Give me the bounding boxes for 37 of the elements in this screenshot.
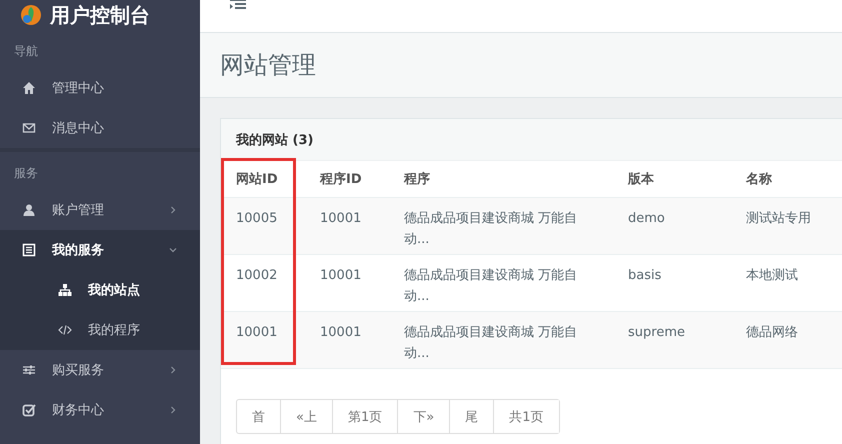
- section-title: 服务: [14, 164, 38, 182]
- table-cell: supreme: [613, 312, 731, 368]
- app-title: 用户控制台: [50, 2, 150, 28]
- submenu-item[interactable]: 我的站点: [0, 270, 200, 310]
- table-cell: 德品成品项目建设商城 万能自动...: [389, 312, 613, 368]
- menu-icon[interactable]: [230, 0, 246, 12]
- list-icon: [22, 243, 36, 257]
- user-icon: [22, 203, 36, 217]
- sliders-icon: [22, 363, 36, 377]
- table-cell: 德品成品项目建设商城 万能自动...: [389, 198, 613, 254]
- checkbox-icon: [22, 403, 36, 417]
- mail-icon: [22, 121, 36, 135]
- chevron-down-icon: [168, 245, 178, 255]
- menu-item[interactable]: 购买服务: [0, 350, 200, 390]
- card-title: 我的网站 (3): [236, 132, 314, 148]
- page-button[interactable]: 共1页: [493, 400, 558, 433]
- table-cell: demo: [613, 198, 731, 254]
- home-icon: [22, 81, 36, 95]
- table-cell: 10001: [305, 312, 389, 368]
- menu-item[interactable]: 财务中心: [0, 390, 200, 430]
- page-title: 网站管理: [220, 50, 316, 81]
- menu-item[interactable]: 管理中心: [0, 68, 200, 108]
- chevron-right-icon: [168, 365, 178, 375]
- menu-item[interactable]: 消息中心: [0, 108, 200, 148]
- menu-item[interactable]: 账户管理: [0, 190, 200, 230]
- chevron-right-icon: [168, 405, 178, 415]
- submenu-item[interactable]: 我的程序: [0, 310, 200, 350]
- chevron-right-icon: [168, 205, 178, 215]
- table-cell: 10005: [221, 198, 305, 254]
- menu-item[interactable]: 我的服务: [0, 230, 200, 270]
- table-cell: 测试站专用: [731, 198, 842, 254]
- code-icon: [58, 323, 72, 337]
- table-cell: 德品网络: [731, 312, 842, 368]
- table-cell: 10001: [305, 198, 389, 254]
- logo-icon: [20, 4, 42, 26]
- section-title: 导航: [14, 42, 38, 60]
- sitemap-icon: [58, 283, 72, 297]
